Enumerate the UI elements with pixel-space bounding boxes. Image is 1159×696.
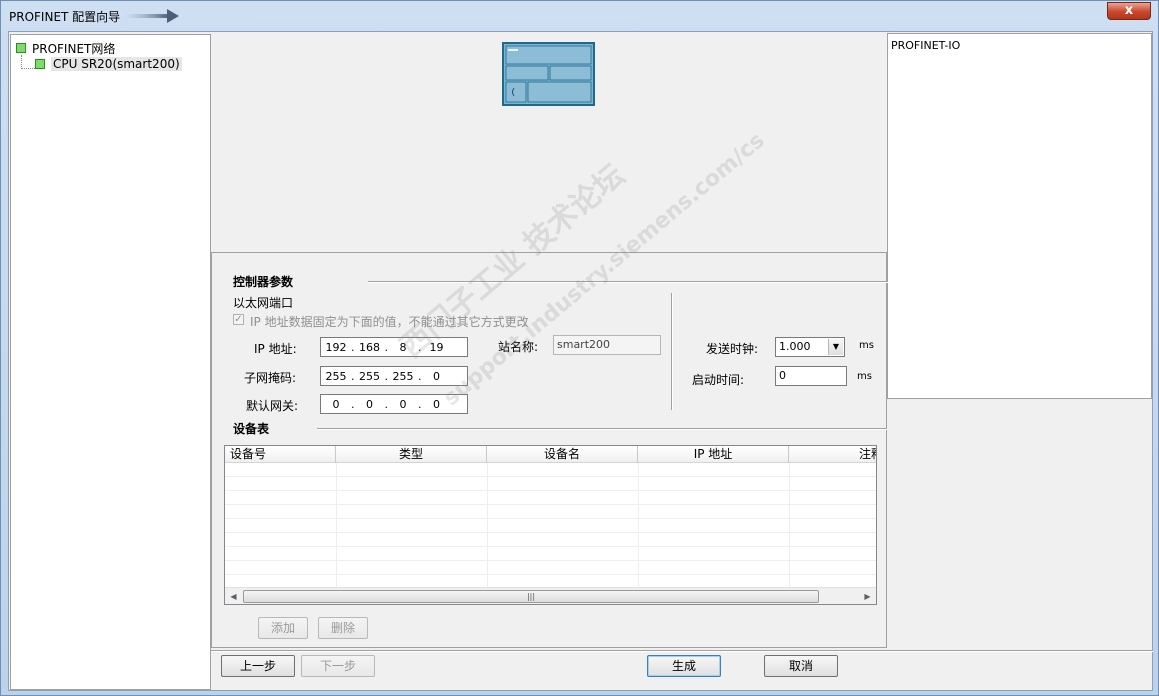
generate-button[interactable]: 生成 <box>647 655 721 677</box>
close-button[interactable]: x <box>1107 2 1151 20</box>
subnet-mask-label: 子网掩码: <box>244 371 297 385</box>
client-area: PROFINET网络 CPU SR20(smart200) PROFINET-I… <box>8 31 1153 691</box>
tree-connector <box>21 55 22 69</box>
ethernet-port-label: 以太网端口 <box>233 296 294 310</box>
column-header-comment[interactable]: 注释 <box>789 446 876 463</box>
table-row[interactable] <box>225 505 876 519</box>
table-row[interactable] <box>225 477 876 491</box>
add-button[interactable]: 添加 <box>258 617 308 639</box>
table-row[interactable] <box>225 561 876 575</box>
table-header: 设备号 类型 设备名 IP 地址 注释 <box>225 446 876 463</box>
close-icon: x <box>1124 3 1134 18</box>
column-header-device-name[interactable]: 设备名 <box>487 446 638 463</box>
bottom-divider <box>211 650 1153 652</box>
horizontal-scrollbar[interactable]: ◀ ||| ▶ <box>225 587 876 604</box>
delete-button[interactable]: 删除 <box>318 617 368 639</box>
section-divider <box>317 428 887 430</box>
vertical-divider <box>671 293 673 410</box>
prev-button[interactable]: 上一步 <box>221 655 295 677</box>
ip-address-field[interactable]: 192. 168. 8. 19 <box>320 337 468 357</box>
tree-node-cpu[interactable]: CPU SR20(smart200) <box>35 56 182 72</box>
panel-title: PROFINET-IO <box>891 39 961 52</box>
subnet-mask-field[interactable]: 255. 255. 255. 0 <box>320 366 468 386</box>
title-arrow-icon <box>125 9 179 23</box>
column-header-type[interactable]: 类型 <box>336 446 487 463</box>
next-button[interactable]: 下一步 <box>301 655 375 677</box>
device-table-title: 设备表 <box>233 422 270 436</box>
gateway-label: 默认网关: <box>246 399 299 413</box>
send-clock-label: 发送时钟: <box>706 342 759 356</box>
network-tree[interactable]: PROFINET网络 CPU SR20(smart200) <box>10 34 211 690</box>
tree-connector <box>21 68 35 69</box>
cpu-node-icon <box>35 59 45 69</box>
table-row[interactable] <box>225 547 876 561</box>
scroll-right-icon[interactable]: ▶ <box>859 588 876 604</box>
gateway-field[interactable]: 0. 0. 0. 0 <box>320 394 468 414</box>
fixed-ip-checkbox[interactable]: ✓ <box>233 314 244 325</box>
controller-params-title: 控制器参数 <box>233 275 294 289</box>
station-name-label: 站名称: <box>498 340 539 354</box>
scroll-left-icon[interactable]: ◀ <box>225 588 242 604</box>
window-title: PROFINET 配置向导 <box>9 10 121 24</box>
scrollbar-thumb[interactable]: ||| <box>243 590 819 603</box>
profinet-io-panel: PROFINET-IO <box>887 33 1152 399</box>
cancel-button[interactable]: 取消 <box>764 655 838 677</box>
send-clock-unit: ms <box>859 340 874 351</box>
send-clock-select[interactable]: 1.000 ▼ <box>775 337 845 357</box>
controller-params-panel: 控制器参数 以太网端口 ✓ IP 地址数据固定为下面的值，不能通过其它方式更改 … <box>211 252 888 648</box>
startup-time-label: 启动时间: <box>692 373 745 387</box>
startup-time-unit: ms <box>857 371 872 382</box>
table-row[interactable] <box>225 519 876 533</box>
wizard-window: PROFINET 配置向导 x PROFINET网络 CPU SR20(smar… <box>0 0 1159 696</box>
network-node-icon <box>16 43 26 53</box>
tree-node-label: CPU SR20(smart200) <box>51 57 182 71</box>
ip-address-label: IP 地址: <box>254 342 297 356</box>
table-row[interactable] <box>225 491 876 505</box>
station-name-field[interactable]: smart200 <box>553 335 661 355</box>
table-row[interactable] <box>225 463 876 477</box>
fixed-ip-label: IP 地址数据固定为下面的值，不能通过其它方式更改 <box>250 315 529 329</box>
cpu-module-image <box>502 42 595 106</box>
tree-node-profinet-network[interactable]: PROFINET网络 <box>16 40 115 56</box>
column-header-ip-address[interactable]: IP 地址 <box>638 446 789 463</box>
table-row[interactable] <box>225 533 876 547</box>
section-divider <box>368 281 888 283</box>
device-table[interactable]: 设备号 类型 设备名 IP 地址 注释 ◀ <box>224 445 877 605</box>
title-bar[interactable]: PROFINET 配置向导 x <box>1 1 1158 31</box>
startup-time-field[interactable]: 0 <box>775 366 847 386</box>
tree-node-label: PROFINET网络 <box>32 41 116 56</box>
chevron-down-icon[interactable]: ▼ <box>828 339 843 355</box>
column-header-device-no[interactable]: 设备号 <box>225 446 336 463</box>
